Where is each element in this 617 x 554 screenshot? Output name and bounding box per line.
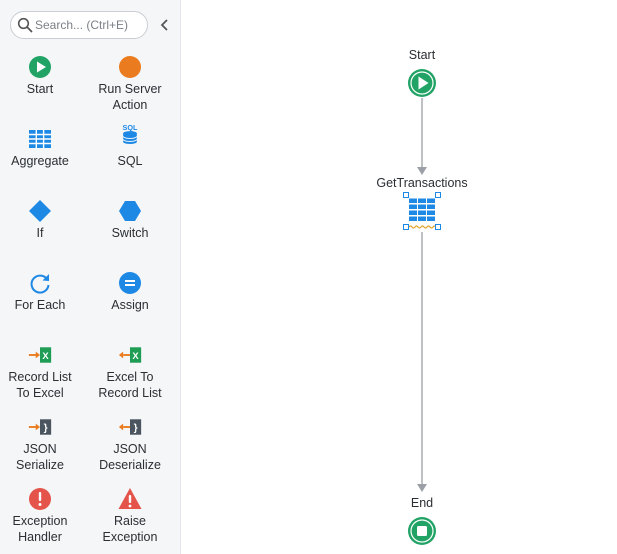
- run-server-action-icon: [119, 56, 141, 78]
- tool-label: If: [36, 226, 44, 240]
- aggregate-icon: [29, 130, 51, 148]
- toolbox-panel: Start Run Server Action Aggregate SQL SQ…: [0, 0, 181, 554]
- json-serialize-icon: }: [28, 419, 52, 435]
- raise-exception-icon: [118, 488, 142, 509]
- start-icon: [29, 56, 51, 78]
- record-list-to-excel-icon: X: [28, 347, 52, 363]
- tool-label: Record List To Excel: [8, 370, 72, 400]
- tool-label: SQL: [117, 154, 143, 168]
- tool-json-serialize[interactable]: } JSON Serialize: [0, 415, 85, 475]
- tool-label: JSON Deserialize: [99, 442, 161, 472]
- tool-raise-exception[interactable]: Raise Exception: [85, 487, 175, 547]
- end-node-icon[interactable]: [407, 516, 437, 546]
- excel-to-record-list-icon: X: [118, 347, 142, 363]
- tool-label: Assign: [111, 298, 149, 312]
- connector-arrow-icon: [417, 484, 427, 492]
- tool-label: Run Server Action: [98, 82, 162, 112]
- end-node-label: End: [410, 496, 434, 510]
- svg-text:}: }: [44, 423, 48, 434]
- json-deserialize-icon: }: [118, 419, 142, 435]
- svg-text:SQL: SQL: [123, 123, 138, 132]
- tool-label: Excel To Record List: [98, 370, 162, 400]
- tool-switch[interactable]: Switch: [85, 199, 175, 259]
- tool-label: Exception Handler: [12, 514, 68, 544]
- tool-for-each[interactable]: For Each: [0, 271, 85, 331]
- tool-exception-handler[interactable]: Exception Handler: [0, 487, 85, 547]
- start-node-icon[interactable]: [407, 68, 437, 98]
- search-box[interactable]: [10, 11, 148, 39]
- flow-canvas[interactable]: Start GetTransactions End: [181, 0, 617, 554]
- exception-handler-icon: [29, 488, 51, 510]
- tool-label: Switch: [111, 226, 149, 240]
- svg-text:X: X: [42, 350, 49, 361]
- tool-aggregate[interactable]: Aggregate: [0, 127, 85, 187]
- tool-label: Aggregate: [11, 154, 69, 168]
- tool-label: For Each: [14, 298, 66, 312]
- search-input[interactable]: [35, 16, 143, 34]
- assign-icon: [119, 272, 141, 294]
- tool-if[interactable]: If: [0, 199, 85, 259]
- switch-icon: [119, 201, 141, 221]
- tool-sql[interactable]: SQL SQL: [85, 123, 175, 183]
- svg-text:X: X: [132, 350, 139, 361]
- collapse-panel-icon[interactable]: [158, 18, 172, 32]
- for-each-icon: [30, 274, 50, 294]
- aggregate-node-label: GetTransactions: [376, 176, 468, 190]
- aggregate-node-icon[interactable]: [403, 192, 441, 232]
- tool-start[interactable]: Start: [0, 55, 85, 115]
- tool-excel-to-record-list[interactable]: X Excel To Record List: [85, 343, 175, 403]
- tool-assign[interactable]: Assign: [85, 271, 175, 331]
- tool-run-server-action[interactable]: Run Server Action: [85, 55, 175, 115]
- start-node-label: Start: [408, 48, 436, 62]
- tool-label: Raise Exception: [102, 514, 158, 544]
- if-icon: [29, 200, 51, 222]
- tool-record-list-to-excel[interactable]: X Record List To Excel: [0, 343, 85, 403]
- svg-text:}: }: [134, 423, 138, 434]
- tool-label: JSON Serialize: [16, 442, 64, 472]
- sql-icon: SQL: [123, 123, 138, 144]
- flow-connectors: [417, 98, 427, 492]
- tool-json-deserialize[interactable]: } JSON Deserialize: [85, 415, 175, 475]
- connector-arrow-icon: [417, 167, 427, 175]
- search-icon: [17, 17, 33, 33]
- tool-label: Start: [26, 82, 54, 96]
